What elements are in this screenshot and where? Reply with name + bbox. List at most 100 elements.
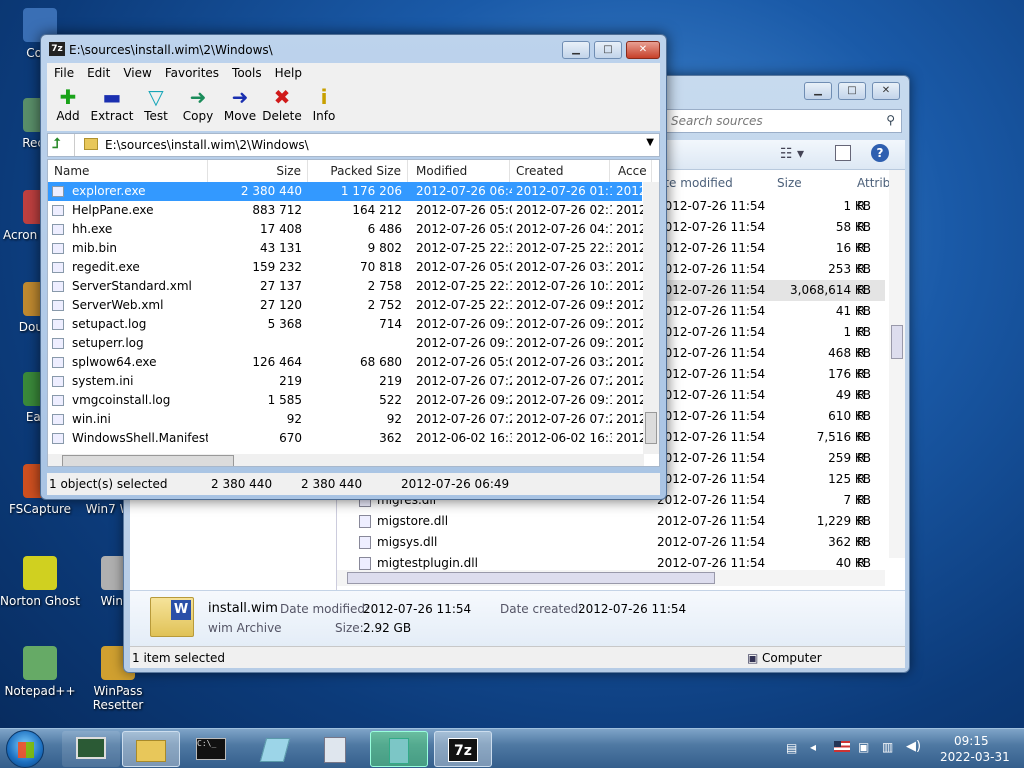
table-row[interactable]: setuperr.log 2012-07-26 09:13 2012-07-26 0… — [48, 334, 644, 353]
menu-tools[interactable]: Tools — [225, 63, 268, 82]
column-header[interactable]: Name — [48, 160, 208, 182]
volume-icon[interactable]: ◀) — [906, 739, 921, 754]
tray-icon[interactable]: ◂ — [810, 740, 816, 754]
scrollbar-thumb[interactable] — [891, 325, 903, 359]
table-row[interactable]: migstore.dll 2012-07-26 11:54 1,229 KB R — [337, 511, 885, 532]
column-header-attrib[interactable]: Attrib — [857, 170, 890, 196]
clock-time[interactable]: 09:15 — [954, 734, 989, 748]
info-button[interactable]: i Info — [301, 85, 347, 123]
cell-name: win.ini — [72, 412, 111, 426]
address-path[interactable]: E:\sources\install.wim\2\Windows\ — [105, 138, 309, 152]
close-button[interactable]: ✕ — [626, 41, 660, 59]
cell-name: hh.exe — [72, 222, 113, 236]
status-modified: 2012-07-26 06:49 — [401, 477, 510, 491]
column-header[interactable]: Modified — [410, 160, 510, 182]
move-button[interactable]: ➜ Move — [217, 85, 263, 123]
views-icon[interactable]: ☷ ▾ — [780, 146, 804, 162]
cell-size: 1 KB — [843, 325, 871, 339]
help-icon[interactable]: ? — [871, 144, 889, 162]
column-header[interactable]: Created — [510, 160, 610, 182]
close-button[interactable]: ✕ — [872, 82, 900, 100]
cell-access: 2012- — [616, 298, 644, 312]
network-icon[interactable]: ▤ — [786, 741, 797, 755]
table-row[interactable]: hh.exe 17 408 6 486 2012-07-26 05:08 2012-07… — [48, 220, 644, 239]
taskbar-notepad[interactable] — [246, 731, 304, 767]
button-label: Add — [56, 109, 80, 123]
add-button[interactable]: ✚ Add — [45, 85, 91, 123]
archive-file-list[interactable]: Name Size Packed Size Modified Created Acce e… — [47, 159, 660, 467]
clock-date[interactable]: 2022-03-31 — [940, 750, 1010, 764]
scrollbar-thumb[interactable] — [62, 455, 234, 466]
copy-icon: ➜ — [189, 85, 207, 109]
search-input[interactable]: Search sources ⚲ — [664, 109, 902, 133]
delete-button[interactable]: ✖ Delete — [259, 85, 305, 123]
table-row[interactable]: vmgcoinstall.log 1 585 522 2012-07-26 09:21… — [48, 391, 644, 410]
cell-size: 2 380 440 — [240, 184, 302, 198]
scrollbar-thumb[interactable] — [347, 572, 715, 584]
desktop-icon[interactable]: Notepad++ — [0, 646, 80, 698]
up-folder-icon[interactable]: ⮥ — [52, 136, 60, 152]
sevenzip-window[interactable]: 7z E:\sources\install.wim\2\Windows\ ▁ □… — [40, 34, 667, 500]
vertical-scrollbar[interactable] — [889, 170, 905, 558]
menu-view[interactable]: View — [116, 63, 157, 82]
table-row[interactable]: system.ini 219 219 2012-07-26 07:26 2012-07-… — [48, 372, 644, 391]
taskbar-app[interactable] — [370, 731, 428, 767]
taskbar-calculator[interactable] — [306, 731, 364, 767]
table-row[interactable]: mib.bin 43 131 9 802 2012-07-25 22:37 2012-0… — [48, 239, 644, 258]
table-row[interactable]: ServerStandard.xml 27 137 2 758 2012-07-25 … — [48, 277, 644, 296]
column-header[interactable]: Packed Size — [308, 160, 408, 182]
copy-button[interactable]: ➜ Copy — [175, 85, 221, 123]
start-button[interactable] — [6, 730, 44, 768]
cell-created: 2012-07-26 09:13 — [516, 393, 612, 407]
menu-file[interactable]: File — [47, 63, 80, 82]
test-button[interactable]: ▽ Test — [133, 85, 179, 123]
network-status-icon[interactable]: ▥ — [882, 740, 893, 754]
cell-name: regedit.exe — [72, 260, 140, 274]
menu-edit[interactable]: Edit — [80, 63, 116, 82]
cell-modified: 2012-07-26 11:54 — [657, 493, 766, 507]
menu-help[interactable]: Help — [268, 63, 308, 82]
table-row[interactable]: setupact.log 5 368 714 2012-07-26 09:13 2012… — [48, 315, 644, 334]
table-row[interactable]: regedit.exe 159 232 70 818 2012-07-26 05:08… — [48, 258, 644, 277]
scrollbar-thumb[interactable] — [645, 412, 657, 444]
menu-favorites[interactable]: Favorites — [158, 63, 225, 82]
extract-button[interactable]: ▬ Extract — [89, 85, 135, 123]
cell-packed: 164 212 — [352, 203, 402, 217]
taskbar-cmd[interactable]: C:\_ — [182, 731, 240, 767]
table-row[interactable]: migsys.dll 2012-07-26 11:54 362 KB R — [337, 532, 885, 553]
status-bar: 1 item selected ▣ Computer — [130, 646, 905, 668]
address-bar[interactable]: ⮥ E:\sources\install.wim\2\Windows\ ▼ — [47, 133, 660, 157]
taskbar-explorer[interactable] — [122, 731, 180, 767]
table-row[interactable]: HelpPane.exe 883 712 164 212 2012-07-26 05:… — [48, 201, 644, 220]
maximize-button[interactable]: □ — [838, 82, 866, 100]
table-row[interactable]: explorer.exe 2 380 440 1 176 206 2012-07-26… — [48, 182, 644, 201]
column-header-modified[interactable]: ate modified — [657, 170, 733, 196]
taskbar-monitor-app[interactable] — [62, 731, 120, 767]
preview-pane-icon[interactable] — [835, 145, 851, 161]
cell-modified: 2012-07-26 07:26 — [416, 374, 512, 388]
column-header-size[interactable]: Size — [777, 170, 802, 196]
table-row[interactable]: WindowsShell.Manifest 670 362 2012-06-02 16… — [48, 429, 644, 448]
horizontal-scrollbar[interactable] — [48, 454, 644, 466]
table-row[interactable]: ServerWeb.xml 27 120 2 752 2012-07-25 22:15… — [48, 296, 644, 315]
vertical-scrollbar[interactable] — [643, 182, 659, 454]
column-header[interactable]: Acce — [612, 160, 652, 182]
table-row[interactable]: splwow64.exe 126 464 68 680 2012-07-26 05:0… — [48, 353, 644, 372]
security-icon[interactable]: ▣ — [858, 740, 869, 754]
cell-packed: 714 — [379, 317, 402, 331]
flag-icon[interactable] — [834, 741, 850, 752]
cell-access: 2012- — [616, 317, 644, 331]
minimize-button[interactable]: ▁ — [804, 82, 832, 100]
cell-modified: 2012-07-26 05:08 — [416, 203, 512, 217]
horizontal-scrollbar[interactable] — [337, 570, 885, 586]
maximize-button[interactable]: □ — [594, 41, 622, 59]
chevron-down-icon[interactable]: ▼ — [646, 137, 654, 148]
minimize-button[interactable]: ▁ — [562, 41, 590, 59]
file-icon — [52, 338, 64, 349]
table-row[interactable]: win.ini 92 92 2012-07-26 07:26 2012-07-26 07… — [48, 410, 644, 429]
taskbar-7zip[interactable]: 7z — [434, 731, 492, 767]
cell-size: 670 — [279, 431, 302, 445]
desktop-icon[interactable]: Norton Ghost — [0, 556, 80, 608]
cell-created: 2012-07-26 09:13 — [516, 317, 612, 331]
column-header[interactable]: Size — [208, 160, 308, 182]
